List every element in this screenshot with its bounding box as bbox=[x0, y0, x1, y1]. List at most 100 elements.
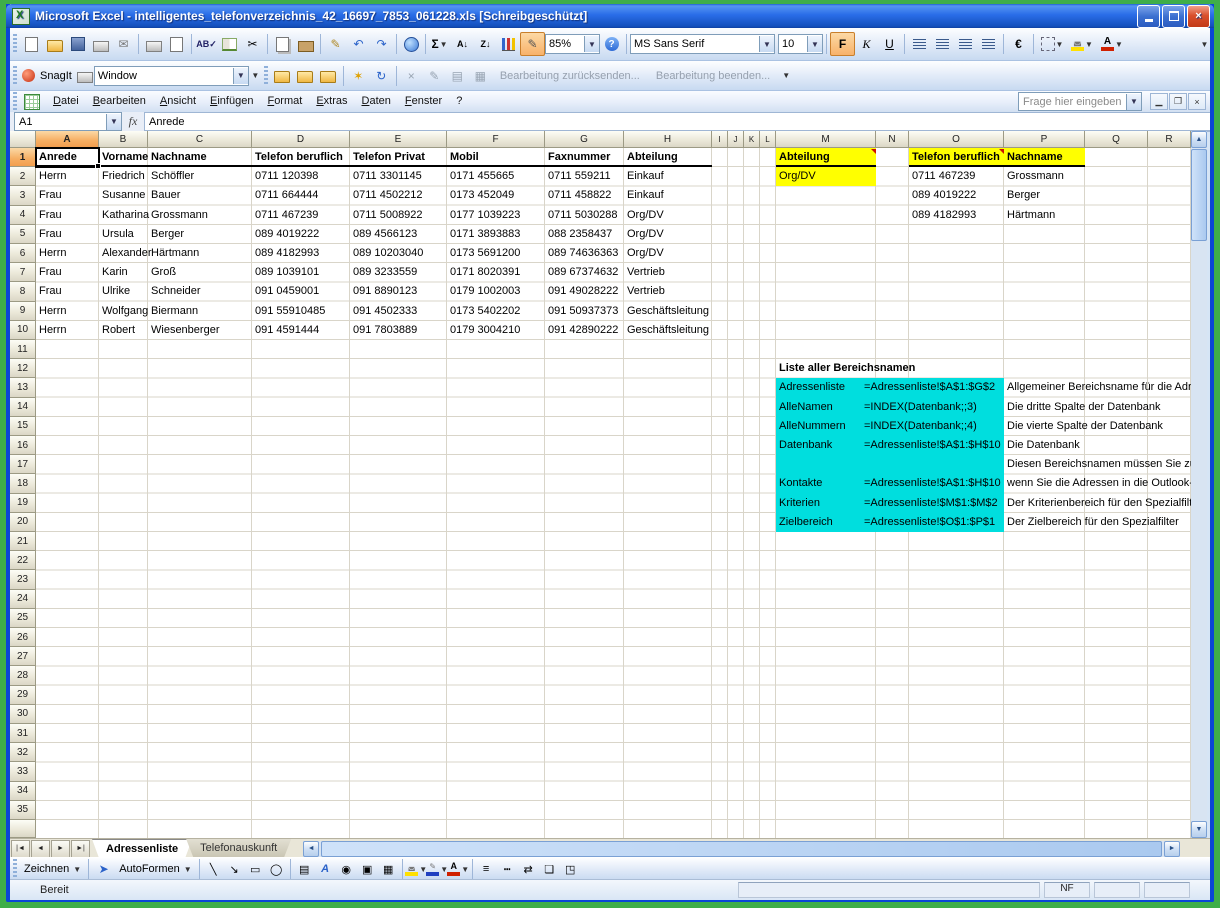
row-header-2[interactable]: 2 bbox=[10, 167, 36, 186]
fill-color-icon[interactable]: ◛▼ bbox=[406, 858, 427, 880]
insert-hyperlink-icon[interactable] bbox=[400, 33, 423, 55]
undo-icon[interactable]: ↶ bbox=[347, 33, 370, 55]
toolbar-options-icon[interactable]: ▼ bbox=[782, 71, 790, 80]
range-name[interactable]: Kontakte bbox=[779, 474, 822, 493]
snagit-printer-icon[interactable] bbox=[76, 65, 94, 87]
mail-icon[interactable]: ✉ bbox=[112, 33, 135, 55]
column-header-Q[interactable]: Q bbox=[1085, 131, 1148, 148]
range-formula[interactable]: =Adressenliste!$A$1:$H$10 bbox=[864, 436, 1001, 455]
cell-C1[interactable]: Nachname bbox=[151, 148, 207, 167]
menu-item-format[interactable]: Format bbox=[260, 92, 309, 111]
row-header-4[interactable]: 4 bbox=[10, 206, 36, 225]
cell-F7[interactable]: 0171 8020391 bbox=[450, 263, 520, 282]
cell-C9[interactable]: Biermann bbox=[151, 302, 198, 321]
column-header-H[interactable]: H bbox=[624, 131, 712, 148]
folder-open-icon[interactable] bbox=[271, 65, 294, 87]
undo-circle-icon[interactable]: ↻ bbox=[370, 65, 393, 87]
cell-E7[interactable]: 089 3233559 bbox=[353, 263, 417, 282]
row-header-31[interactable]: 31 bbox=[10, 724, 36, 743]
row-header-18[interactable]: 18 bbox=[10, 474, 36, 493]
cell-F3[interactable]: 0173 452049 bbox=[450, 186, 514, 205]
column-header-E[interactable]: E bbox=[350, 131, 447, 148]
snagit-more-icon[interactable]: ▼ bbox=[249, 65, 261, 87]
cell-E6[interactable]: 089 10203040 bbox=[353, 244, 423, 263]
row-header-24[interactable]: 24 bbox=[10, 590, 36, 609]
sort-descending-icon[interactable]: Z↓ bbox=[474, 33, 497, 55]
column-header-B[interactable]: B bbox=[99, 131, 148, 148]
help-icon[interactable]: ? bbox=[600, 33, 623, 55]
column-header-G[interactable]: G bbox=[545, 131, 624, 148]
chevron-down-icon[interactable]: ▼ bbox=[1126, 94, 1141, 110]
picture-icon[interactable]: ▦ bbox=[378, 858, 399, 880]
menu-item-extras[interactable]: Extras bbox=[309, 92, 354, 111]
workbook-minimize-button[interactable]: ▁ bbox=[1150, 93, 1168, 110]
prev-sheet-icon[interactable]: ◄ bbox=[31, 840, 50, 858]
insert-function-icon[interactable]: fx bbox=[122, 114, 144, 129]
column-header-F[interactable]: F bbox=[447, 131, 545, 148]
cell-E1[interactable]: Telefon Privat bbox=[353, 148, 425, 167]
pencil-icon[interactable]: ✎ bbox=[423, 65, 446, 87]
column-header-A[interactable]: A bbox=[36, 131, 99, 148]
cell-B8[interactable]: Ulrike bbox=[102, 282, 130, 301]
range-name[interactable]: AlleNamen bbox=[779, 398, 833, 417]
range-formula[interactable]: =Adressenliste!$O$1:$P$1 bbox=[864, 513, 995, 532]
row-header-32[interactable]: 32 bbox=[10, 743, 36, 762]
cell-D4[interactable]: 0711 467239 bbox=[255, 206, 318, 225]
range-description[interactable]: Die vierte Spalte der Datenbank bbox=[1007, 417, 1163, 436]
align-center-icon[interactable] bbox=[931, 33, 954, 55]
range-formula[interactable]: =Adressenliste!$A$1:$G$2 bbox=[864, 378, 995, 397]
dash-style-icon[interactable]: ┅ bbox=[497, 858, 518, 880]
cell-E4[interactable]: 0711 5008922 bbox=[353, 206, 423, 225]
new-icon[interactable] bbox=[20, 33, 43, 55]
toolbar-grip[interactable] bbox=[13, 92, 17, 112]
cell-D7[interactable]: 089 1039101 bbox=[255, 263, 319, 282]
range-name[interactable]: Zielbereich bbox=[779, 513, 833, 532]
research-icon[interactable] bbox=[218, 33, 241, 55]
range-name[interactable]: Adressenliste bbox=[779, 378, 845, 397]
horizontal-scroll-thumb[interactable] bbox=[321, 841, 1162, 857]
toolbar-options-icon[interactable]: ▼ bbox=[1198, 33, 1210, 55]
cell-A4[interactable]: Frau bbox=[39, 206, 62, 225]
cell-B9[interactable]: Wolfgang bbox=[102, 302, 148, 321]
arrow-icon[interactable]: ↘ bbox=[224, 858, 245, 880]
font-color-icon[interactable]: A▼ bbox=[448, 858, 469, 880]
column-header-O[interactable]: O bbox=[909, 131, 1004, 148]
range-description[interactable]: Die dritte Spalte der Datenbank bbox=[1007, 398, 1160, 417]
select-arrow-icon[interactable]: ➤ bbox=[92, 858, 115, 880]
range-formula[interactable]: =INDEX(Datenbank;;4) bbox=[864, 417, 977, 436]
cell-E5[interactable]: 089 4566123 bbox=[353, 225, 417, 244]
row-header-30[interactable]: 30 bbox=[10, 705, 36, 724]
cell-D9[interactable]: 091 55910485 bbox=[255, 302, 325, 321]
chevron-down-icon[interactable]: ▼ bbox=[233, 68, 248, 84]
cell-C10[interactable]: Wiesenberger bbox=[151, 321, 219, 340]
format-painter-icon[interactable]: ✎ bbox=[324, 33, 347, 55]
toolbar-grip[interactable] bbox=[264, 66, 268, 86]
menu-item-datei[interactable]: Datei bbox=[46, 92, 86, 111]
review-button[interactable]: Bearbeitung zurücksenden... bbox=[492, 68, 648, 84]
row-header-25[interactable]: 25 bbox=[10, 609, 36, 628]
copy-icon[interactable] bbox=[271, 33, 294, 55]
cell-C2[interactable]: Schöffler bbox=[151, 167, 194, 186]
row-header-9[interactable]: 9 bbox=[10, 302, 36, 321]
cell-H6[interactable]: Org/DV bbox=[627, 244, 664, 263]
cell-H5[interactable]: Org/DV bbox=[627, 225, 664, 244]
diagram-icon[interactable]: ◉ bbox=[336, 858, 357, 880]
cell-C8[interactable]: Schneider bbox=[151, 282, 201, 301]
align-left-icon[interactable] bbox=[908, 33, 931, 55]
drawing-icon[interactable]: ✎ bbox=[520, 32, 545, 56]
range-formula[interactable]: =Adressenliste!$M$1:$M$2 bbox=[864, 494, 998, 513]
cell-D8[interactable]: 091 0459001 bbox=[255, 282, 319, 301]
shadow-style-icon[interactable]: ❏ bbox=[539, 858, 560, 880]
menu-item-ansicht[interactable]: Ansicht bbox=[153, 92, 203, 111]
cell-D2[interactable]: 0711 120398 bbox=[255, 167, 318, 186]
row-header-12[interactable]: 12 bbox=[10, 359, 36, 378]
rectangle-icon[interactable]: ▭ bbox=[245, 858, 266, 880]
workbook-restore-button[interactable]: ❐ bbox=[1169, 93, 1187, 110]
oval-icon[interactable]: ◯ bbox=[266, 858, 287, 880]
snagit-window-combo[interactable]: Window ▼ bbox=[94, 66, 249, 86]
cell-E3[interactable]: 0711 4502212 bbox=[353, 186, 423, 205]
cell-G6[interactable]: 089 74636363 bbox=[548, 244, 618, 263]
menu-item-?[interactable]: ? bbox=[449, 92, 469, 111]
cell-G2[interactable]: 0711 559211 bbox=[548, 167, 611, 186]
row-header-29[interactable]: 29 bbox=[10, 686, 36, 705]
